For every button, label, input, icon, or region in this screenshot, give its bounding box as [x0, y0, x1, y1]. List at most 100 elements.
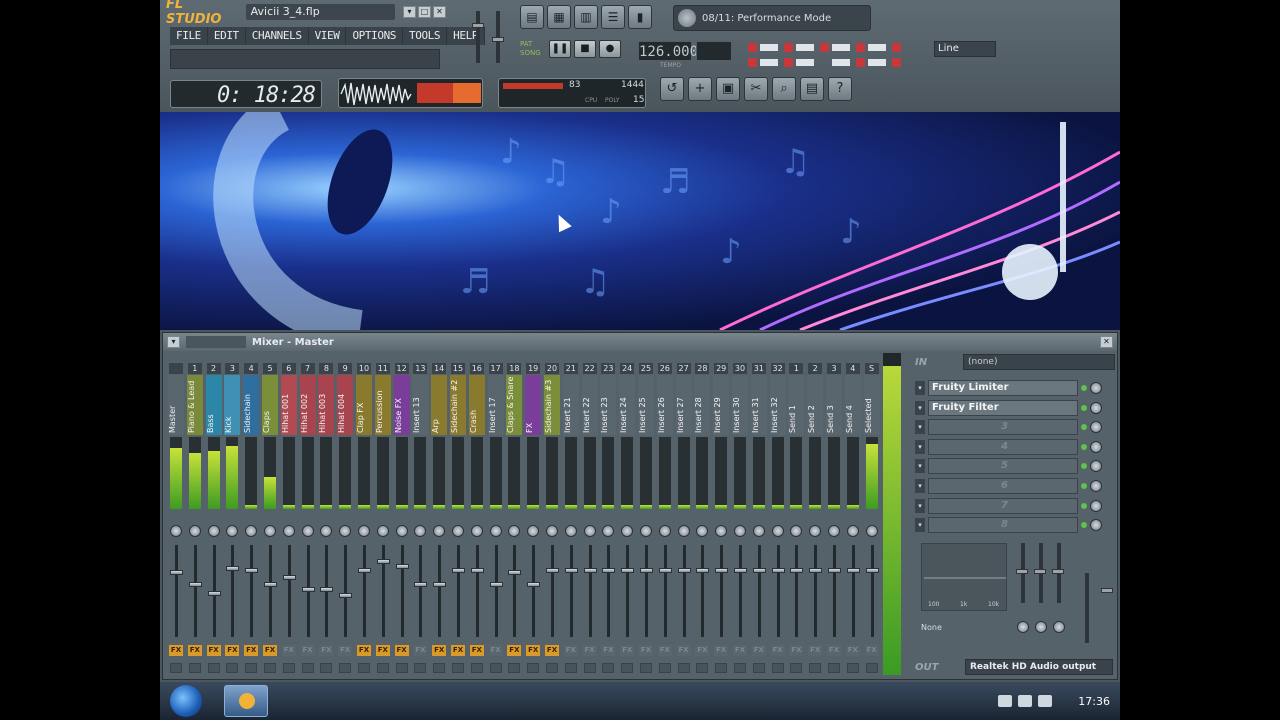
strip-fx-indicator[interactable]: FX: [526, 645, 541, 656]
strip-route-button[interactable]: [790, 663, 803, 673]
close-icon[interactable]: ✕: [433, 6, 446, 18]
strip-volume-fader[interactable]: [188, 581, 202, 587]
strip-volume-fader[interactable]: [245, 567, 259, 573]
stop-icon[interactable]: ■: [574, 40, 596, 58]
fx-slot[interactable]: ▾ 5: [915, 457, 1113, 475]
mixer-strip[interactable]: 7 Hihat 002 FX: [299, 353, 317, 678]
strip-pan-knob[interactable]: [846, 525, 859, 537]
strip-volume-fader[interactable]: [715, 567, 729, 573]
document-icon[interactable]: ▤: [800, 77, 824, 101]
mixer-icon[interactable]: ▮: [628, 5, 652, 29]
strip-volume-fader[interactable]: [790, 567, 804, 573]
mixer-strip[interactable]: 3 Kick FX: [224, 353, 241, 678]
strip-route-button[interactable]: [771, 663, 784, 673]
slot-enable-led[interactable]: [1081, 483, 1087, 489]
strip-volume-fader[interactable]: [376, 559, 390, 565]
menu-options[interactable]: OPTIONS: [346, 27, 404, 45]
strip-route-button[interactable]: [433, 663, 446, 673]
menu-tools[interactable]: TOOLS: [403, 27, 448, 45]
strip-route-button[interactable]: [828, 663, 840, 673]
strip-volume-fader[interactable]: [452, 567, 465, 573]
strip-volume-fader[interactable]: [414, 581, 428, 587]
master-pitch-slider[interactable]: [492, 37, 504, 42]
fx-mix-slider[interactable]: [1101, 588, 1113, 593]
strip-volume-fader[interactable]: [658, 567, 672, 573]
strip-fx-indicator[interactable]: FX: [563, 645, 578, 656]
strip-route-button[interactable]: [207, 663, 220, 673]
strip-pan-knob[interactable]: [301, 525, 314, 537]
strip-fx-indicator[interactable]: FX: [206, 645, 221, 656]
menu-edit[interactable]: EDIT: [207, 27, 246, 45]
strip-pan-knob[interactable]: [245, 525, 258, 537]
strip-fx-indicator[interactable]: FX: [263, 645, 277, 656]
strip-pan-knob[interactable]: [658, 525, 671, 537]
mixer-strip[interactable]: 2 Bass FX: [205, 353, 223, 678]
strip-route-button[interactable]: [414, 663, 427, 673]
strip-volume-fader[interactable]: [564, 567, 578, 573]
strip-pan-knob[interactable]: [790, 525, 803, 537]
strip-route-button[interactable]: [395, 663, 408, 673]
clock[interactable]: 17:36: [1078, 695, 1110, 708]
mixer-strip[interactable]: 32 Insert 32 FX: [769, 353, 787, 678]
strip-route-button[interactable]: [301, 663, 314, 673]
strip-fx-indicator[interactable]: FX: [770, 645, 785, 656]
strip-pan-knob[interactable]: [602, 525, 615, 537]
mixer-strip[interactable]: 15 Sidechain #2 FX: [450, 353, 467, 678]
strip-pan-knob[interactable]: [452, 525, 464, 537]
strip-route-button[interactable]: [640, 663, 652, 673]
strip-route-button[interactable]: [339, 663, 352, 673]
slot-enable-led[interactable]: [1081, 502, 1087, 509]
strip-fx-indicator[interactable]: FX: [620, 645, 635, 656]
strip-volume-fader[interactable]: [395, 564, 409, 570]
strip-pan-knob[interactable]: [546, 525, 558, 537]
strip-volume-fader[interactable]: [846, 567, 860, 573]
mixer-strip[interactable]: 30 Insert 30 FX: [732, 353, 749, 678]
slot-menu-icon[interactable]: ▾: [915, 439, 925, 454]
slot-mix-knob[interactable]: [1090, 480, 1102, 492]
slot-enable-led[interactable]: [1081, 385, 1087, 391]
mixer-strip[interactable]: 6 Hihat 001 FX: [280, 353, 298, 678]
taskbar-fl-studio[interactable]: [224, 685, 268, 717]
strip-route-button[interactable]: [696, 663, 709, 673]
strip-pan-knob[interactable]: [677, 525, 690, 537]
mixer-drag-handle[interactable]: [186, 336, 246, 348]
strip-fx-indicator[interactable]: FX: [375, 645, 390, 656]
piano-roll-icon[interactable]: ▥: [574, 5, 598, 29]
strip-pan-knob[interactable]: [752, 525, 765, 537]
strip-fx-indicator[interactable]: FX: [488, 645, 503, 656]
strip-volume-fader[interactable]: [771, 567, 785, 573]
strip-fx-indicator[interactable]: FX: [432, 645, 447, 656]
strip-fx-indicator[interactable]: FX: [469, 645, 484, 656]
slot-mix-knob[interactable]: [1090, 499, 1102, 512]
slot-name[interactable]: Fruity Filter: [928, 399, 1078, 416]
strip-route-button[interactable]: [264, 663, 276, 673]
slot-name[interactable]: 3: [928, 419, 1078, 436]
mixer-close-icon[interactable]: ✕: [1100, 336, 1113, 348]
mixer-strip[interactable]: 5 Claps FX: [262, 353, 279, 678]
strip-fx-indicator[interactable]: FX: [845, 645, 860, 656]
strip-fx-indicator[interactable]: FX: [751, 645, 766, 656]
fx-slot[interactable]: ▾ 7: [915, 497, 1113, 515]
strip-fx-indicator[interactable]: FX: [714, 645, 729, 656]
mixer-strip[interactable]: 4 Sidechain FX: [243, 353, 260, 678]
strip-route-button[interactable]: [508, 663, 521, 673]
mixer-strip[interactable]: 29 Insert 29 FX: [713, 353, 730, 678]
search-icon[interactable]: ⌕: [772, 77, 796, 101]
strip-route-button[interactable]: [489, 663, 502, 673]
strip-route-button[interactable]: [170, 663, 182, 673]
strip-fx-indicator[interactable]: FX: [225, 645, 240, 656]
strip-pan-knob[interactable]: [715, 525, 728, 537]
strip-route-button[interactable]: [809, 663, 822, 673]
cut-icon[interactable]: ✂: [744, 77, 768, 101]
strip-route-button[interactable]: [358, 663, 370, 673]
strip-route-button[interactable]: [546, 663, 558, 673]
strip-pan-knob[interactable]: [414, 525, 427, 537]
slot-menu-icon[interactable]: ▾: [915, 381, 925, 395]
slot-menu-icon[interactable]: ▾: [915, 400, 925, 415]
strip-volume-fader[interactable]: [433, 581, 447, 587]
slot-name[interactable]: 4: [928, 438, 1078, 455]
strip-volume-fader[interactable]: [320, 587, 334, 593]
slot-menu-icon[interactable]: ▾: [915, 420, 925, 435]
mixer-strip[interactable]: 16 Crash FX: [468, 353, 486, 678]
strip-route-button[interactable]: [734, 663, 746, 673]
